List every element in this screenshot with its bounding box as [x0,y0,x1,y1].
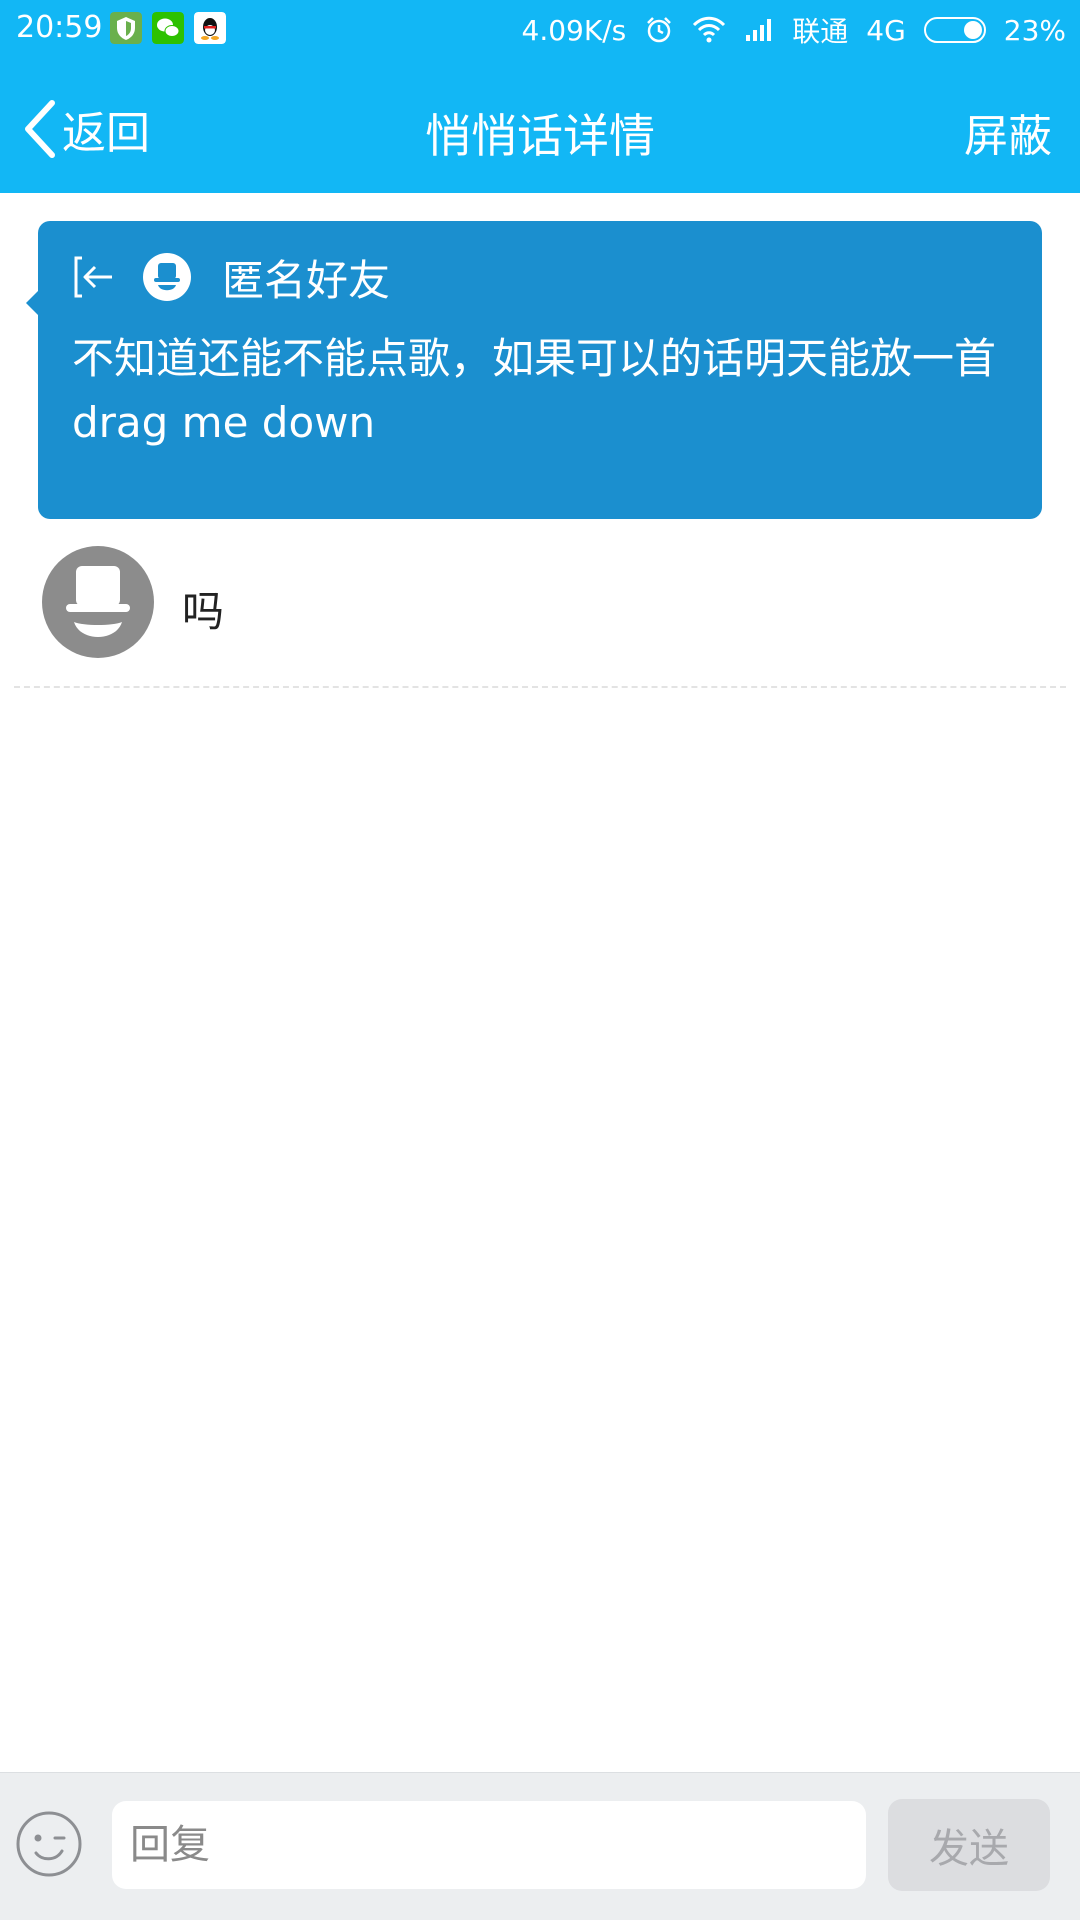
signal-icon [746,19,772,41]
qq-app-icon [194,12,226,44]
alarm-icon [647,17,672,43]
exit-arrow-icon [74,256,112,298]
reply-item: 吗 [14,540,1066,688]
anonymous-avatar [42,546,154,658]
whisper-message-card: 匿名好友 不知道还能不能点歌，如果可以的话明天能放一首drag me down [26,221,1042,519]
sender-name: 匿名好友 [222,255,391,305]
top-bar: 20:59 4.09K/s 联通 4G 23% 返回 悄悄话详情 屏蔽 [0,0,1080,193]
network-type: 4G [866,13,906,47]
send-button[interactable]: 发送 [888,1799,1050,1891]
reply-input[interactable] [112,1801,866,1889]
wifi-icon [693,16,726,43]
status-right-group: 4.09K/s 联通 4G 23% [522,10,1067,50]
network-speed: 4.09K/s [521,13,627,47]
title-bar: 返回 悄悄话详情 屏蔽 [0,58,1080,193]
status-bar: 20:59 4.09K/s 联通 4G 23% [0,0,1080,58]
message-text: 不知道还能不能点歌，如果可以的话明天能放一首drag me down [72,334,997,447]
reply-text: 吗 [182,587,225,636]
block-button[interactable]: 屏蔽 [964,100,1052,164]
battery-percent: 23% [1003,13,1066,47]
wechat-app-icon [152,12,184,44]
status-time: 20:59 [16,10,103,45]
card-header: 匿名好友 [68,247,390,307]
security-app-icon [110,12,142,44]
emoji-icon[interactable] [14,1809,84,1879]
carrier: 联通 [792,15,849,48]
page-title: 悄悄话详情 [425,109,655,163]
battery-icon [923,17,986,43]
anonymous-avatar-icon [143,253,191,301]
input-bar: 发送 [0,1772,1080,1920]
